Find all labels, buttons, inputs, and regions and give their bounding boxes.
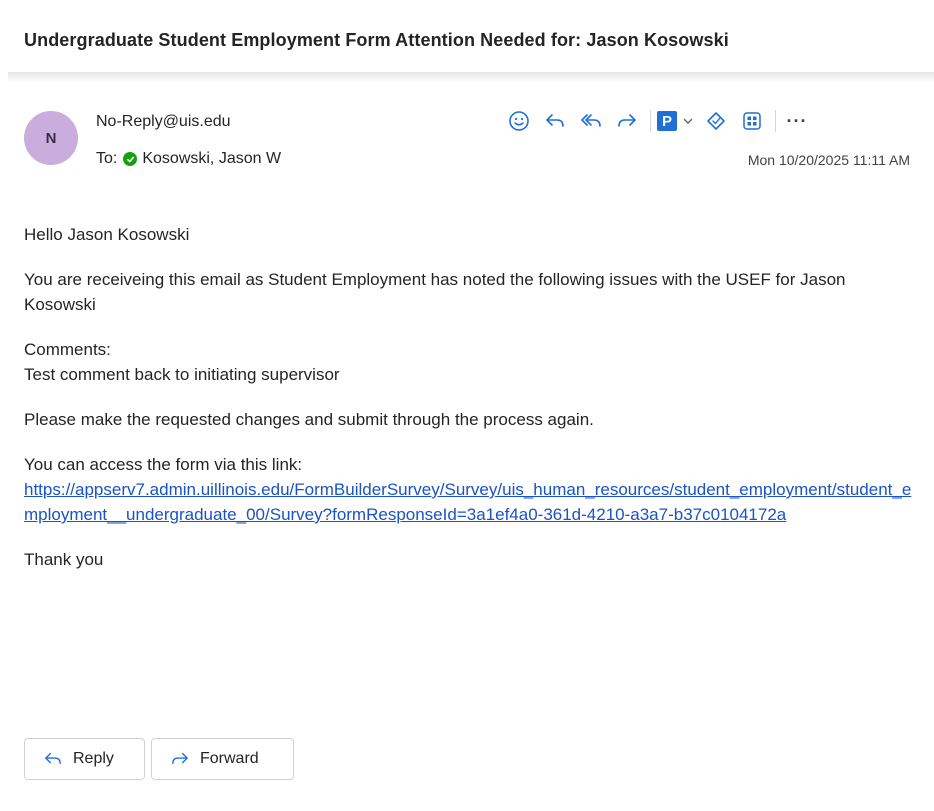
reply-button[interactable]: Reply	[24, 738, 145, 780]
tag-icon[interactable]	[701, 106, 731, 136]
sender-name[interactable]: No-Reply@uis.edu	[96, 113, 231, 131]
forward-button[interactable]: Forward	[151, 738, 294, 780]
message-actions: P ···	[504, 106, 818, 136]
greeting-text: Hello Jason Kosowski	[24, 225, 190, 244]
reply-icon[interactable]	[540, 106, 570, 136]
toolbar-separator	[775, 110, 776, 132]
header-divider	[8, 72, 934, 82]
recipient-name[interactable]: Kosowski, Jason W	[142, 150, 281, 168]
comment-text: Test comment back to initiating supervis…	[24, 365, 340, 384]
pane-app-button[interactable]: P	[657, 111, 695, 131]
link-intro: You can access the form via this link:	[24, 455, 303, 474]
closing-text: Thank you	[24, 550, 104, 569]
form-link[interactable]: https://appserv7.admin.uillinois.edu/For…	[24, 480, 911, 524]
reply-icon	[45, 752, 61, 765]
more-icon[interactable]: ···	[782, 106, 812, 136]
email-subject: Undergraduate Student Employment Form At…	[24, 30, 729, 50]
presence-available-icon	[123, 152, 138, 166]
to-label: To:	[96, 150, 118, 167]
chevron-down-icon	[683, 118, 693, 124]
pane-app-icon: P	[657, 111, 677, 131]
reply-all-icon[interactable]	[576, 106, 606, 136]
intro-text: You are receiveing this email as Student…	[24, 270, 846, 314]
forward-icon[interactable]	[612, 106, 642, 136]
comments-block: Comments: Test comment back to initiatin…	[24, 337, 916, 387]
link-block: You can access the form via this link: h…	[24, 452, 916, 527]
emoji-icon[interactable]	[504, 106, 534, 136]
email-reading-pane: Undergraduate Student Employment Form At…	[0, 0, 934, 811]
sent-date: Mon 10/20/2025 11:11 AM	[747, 152, 910, 168]
comments-label: Comments:	[24, 340, 111, 359]
email-body: Hello Jason Kosowski You are receiveing …	[24, 222, 916, 592]
recipient-line: To: Kosowski, Jason W	[96, 150, 281, 168]
more-label: ···	[786, 110, 808, 131]
reply-label: Reply	[73, 750, 114, 767]
apps-icon[interactable]	[737, 106, 767, 136]
toolbar-separator	[650, 110, 651, 132]
forward-icon	[172, 752, 188, 765]
request-text: Please make the requested changes and su…	[24, 410, 594, 429]
forward-label: Forward	[200, 750, 259, 767]
avatar-initial: N	[45, 129, 57, 147]
sender-avatar[interactable]: N	[24, 111, 78, 165]
